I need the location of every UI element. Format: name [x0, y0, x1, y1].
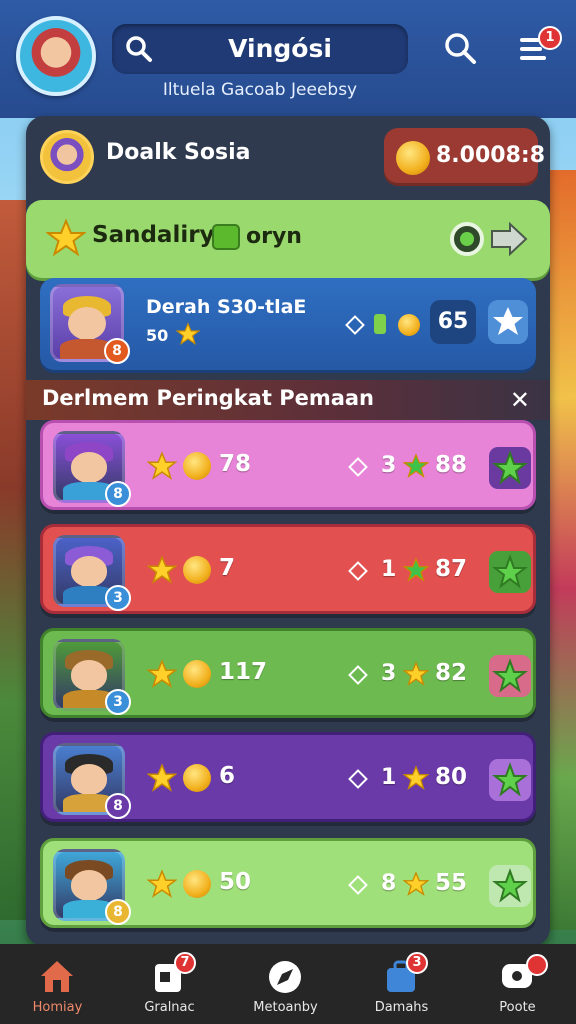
row-score: 82 [435, 660, 468, 686]
star-icon [176, 322, 200, 346]
leaderboard-title: Derlmem Peringkat Pemaan [42, 386, 375, 410]
app-subtitle: Iltuela Gacoab Jeeebsy [162, 80, 358, 100]
nav-badge: 7 [174, 952, 196, 974]
nav-explore[interactable]: Metoanby [228, 944, 343, 1024]
app-title: Vingósi [228, 34, 332, 63]
nav-label: Damahs [374, 1000, 429, 1015]
row-rank: 8 [381, 871, 397, 896]
row-score: 87 [435, 556, 468, 582]
row-value: 6 [219, 763, 236, 789]
home-icon [41, 961, 73, 992]
nav-label: Poote [499, 1000, 536, 1015]
featured-player-stat: 65 [430, 300, 476, 344]
row-rank: 3 [381, 453, 397, 478]
level-badge: 3 [105, 585, 131, 611]
nav-games[interactable]: Gralnac [112, 944, 227, 1024]
bottom-nav: Homiay Gralnac Metoanby Damahs Poote 7 3 [0, 944, 576, 1024]
top-bar: Vingósi Iltuela Gacoab Jeeebsy 1 [0, 0, 576, 118]
nav-home[interactable]: Homiay [0, 944, 115, 1024]
diamond-icon [345, 315, 365, 335]
level-badge: 8 [104, 338, 130, 364]
nav-badge: 3 [406, 952, 428, 974]
star-icon [147, 763, 177, 792]
star-icon [403, 661, 429, 687]
star-icon [403, 765, 429, 791]
coin-icon [183, 764, 211, 792]
nav-label: Gralnac [144, 1000, 195, 1015]
leaderboard-row[interactable]: 8 6 1 80 [40, 732, 536, 822]
notification-badge: 1 [538, 26, 562, 50]
star-icon [403, 871, 429, 897]
diamond-icon [348, 875, 368, 895]
featured-player-name: Derah S30-tlaE [146, 296, 307, 318]
nav-label: Metoanby [253, 1000, 318, 1015]
leaderboard-row[interactable]: 3 7 1 87 [40, 524, 536, 614]
reward-icon[interactable] [489, 865, 531, 907]
star-icon [403, 453, 429, 479]
reward-icon[interactable] [489, 759, 531, 801]
row-score: 88 [435, 452, 468, 478]
level-badge: 8 [105, 899, 131, 925]
compass-icon [269, 961, 301, 993]
profile-avatar[interactable] [40, 130, 94, 184]
leaderboard-row[interactable]: 3 117 3 82 [40, 628, 536, 718]
row-value: 50 [219, 869, 252, 895]
nav-profile[interactable]: Poote [460, 944, 575, 1024]
leaderboard-header: Derlmem Peringkat Pemaan ✕ [26, 380, 550, 420]
coin-icon [183, 556, 211, 584]
row-value: 78 [219, 451, 252, 477]
leaderboard-row[interactable]: 8 78 3 88 [40, 420, 536, 510]
star-icon [147, 451, 177, 480]
gem-icon [212, 224, 240, 250]
banner-label: Sandaliry [92, 222, 215, 248]
row-rank: 1 [381, 765, 397, 790]
diamond-icon [348, 457, 368, 477]
player-avatar[interactable] [16, 16, 96, 96]
search-icon [126, 36, 152, 62]
coin-icon [396, 141, 430, 175]
level-badge: 8 [105, 481, 131, 507]
diamond-icon [348, 665, 368, 685]
star-icon [147, 659, 177, 688]
favorite-star-icon[interactable] [488, 300, 528, 344]
row-value: 117 [219, 659, 268, 685]
coins-counter[interactable]: 8.0008:8 [384, 128, 545, 186]
star-icon [147, 555, 177, 584]
profile-name: Doalk Sosia [106, 140, 251, 165]
coin-icon [183, 660, 211, 688]
leaderboard-row[interactable]: 8 50 8 55 [40, 838, 536, 928]
row-rank: 3 [381, 661, 397, 686]
coins-value: 8.0008:8 [436, 143, 546, 168]
row-rank: 1 [381, 557, 397, 582]
close-icon[interactable]: ✕ [510, 386, 530, 414]
record-icon[interactable] [450, 222, 484, 256]
coin-icon [183, 870, 211, 898]
reward-icon[interactable] [489, 551, 531, 593]
gem-icon [374, 314, 386, 334]
star-icon [46, 218, 86, 257]
nav-label: Homiay [32, 1000, 83, 1015]
nav-badge-dot [526, 954, 548, 976]
nav-items[interactable]: Damahs [344, 944, 459, 1024]
level-badge: 3 [105, 689, 131, 715]
coin-icon [398, 314, 420, 336]
arrow-right-icon[interactable] [490, 222, 528, 256]
row-value: 7 [219, 555, 236, 581]
highlight-banner[interactable]: Sandaliry oryn [26, 200, 550, 278]
search-icon[interactable] [442, 30, 478, 66]
reward-icon[interactable] [489, 447, 531, 489]
featured-player-card[interactable]: 8 Derah S30-tlaE 50 65 [40, 278, 536, 370]
search-bar[interactable]: Vingósi [112, 24, 408, 74]
banner-label-secondary: oryn [246, 224, 302, 249]
reward-icon[interactable] [489, 655, 531, 697]
diamond-icon [348, 769, 368, 789]
featured-player-sub: 50 [146, 326, 169, 345]
row-score: 55 [435, 870, 468, 896]
level-badge: 8 [105, 793, 131, 819]
star-icon [403, 557, 429, 583]
row-score: 80 [435, 764, 468, 790]
coin-icon [183, 452, 211, 480]
star-icon [147, 869, 177, 898]
diamond-icon [348, 561, 368, 581]
